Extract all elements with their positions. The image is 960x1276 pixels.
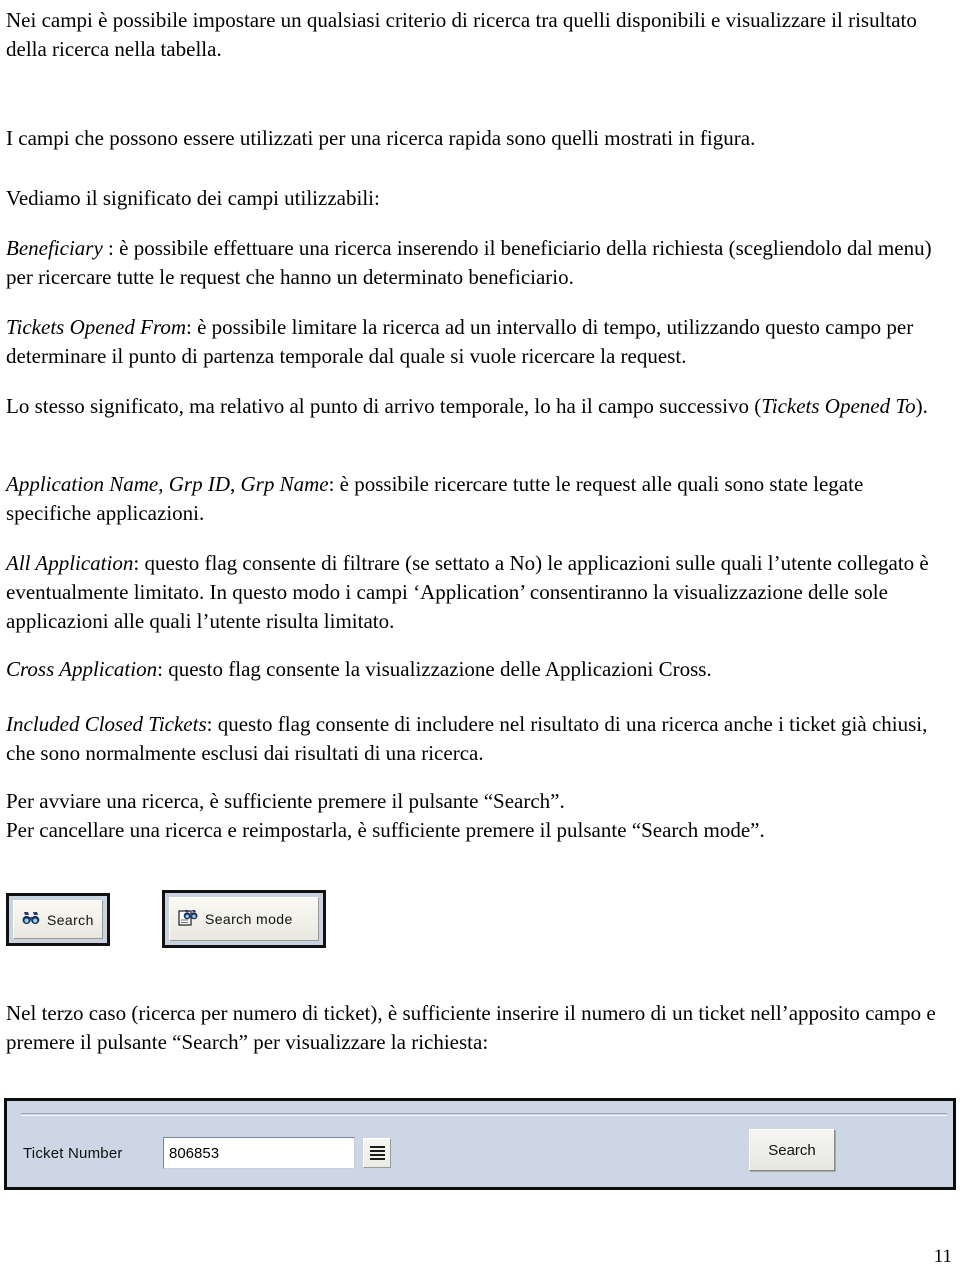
figure-ticket-number-form: Ticket Number 806853 Search: [4, 1098, 956, 1190]
field-term-grp-id: Grp ID: [168, 472, 230, 496]
hamburger-menu-icon: [369, 1146, 385, 1160]
text-run: : questo flag consente la visualizzazion…: [157, 657, 712, 681]
field-term-included-closed-tickets: Included Closed Tickets: [6, 712, 207, 736]
field-term-beneficiary: Beneficiary: [6, 236, 103, 260]
field-term-application-name: Application Name: [6, 472, 159, 496]
paragraph-tickets-opened-to: Lo stesso significato, ma relativo al pu…: [6, 392, 950, 421]
text-run: Lo stesso significato, ma relativo al pu…: [6, 394, 762, 418]
panel-divider: [21, 1113, 947, 1116]
binoculars-document-icon: [178, 909, 198, 930]
text-run: ,: [158, 472, 169, 496]
paragraph-intro-fields: Nei campi è possibile impostare un quals…: [6, 6, 936, 64]
text-run: Nei campi è possibile impostare un quals…: [6, 8, 917, 61]
search-button-label: Search: [47, 911, 94, 928]
document-page: Nei campi è possibile impostare un quals…: [0, 0, 960, 1276]
text-run: I campi che possono essere utilizzati pe…: [6, 126, 756, 150]
paragraph-included-closed-tickets: Included Closed Tickets: questo flag con…: [6, 710, 950, 768]
text-run: Per cancellare una ricerca e reimpostarl…: [6, 818, 765, 842]
paragraph-quick-search-fields: I campi che possono essere utilizzati pe…: [6, 124, 936, 153]
field-term-cross-application: Cross Application: [6, 657, 158, 681]
paragraph-third-case-ticket-number: Nel terzo caso (ricerca per numero di ti…: [6, 999, 950, 1057]
ticket-number-menu-button[interactable]: [363, 1138, 391, 1168]
ticket-number-label: Ticket Number: [23, 1144, 123, 1162]
field-term-grp-name: Grp Name: [240, 472, 329, 496]
page-number: 11: [933, 1246, 952, 1267]
field-term-all-application: All Application: [6, 551, 134, 575]
field-term-tickets-opened-to: Tickets Opened To: [761, 394, 916, 418]
text-run: ).: [915, 394, 928, 418]
text-run: : questo flag consente di filtrare (se s…: [6, 551, 929, 633]
paragraph-field-meanings-heading: Vediamo il significato dei campi utilizz…: [6, 184, 936, 213]
ticket-search-button-label: Search: [768, 1141, 816, 1159]
ticket-number-input[interactable]: 806853: [163, 1137, 355, 1169]
paragraph-beneficiary: Beneficiary : è possibile effettuare una…: [6, 234, 950, 292]
paragraph-how-to-search: Per avviare una ricerca, è sufficiente p…: [6, 787, 950, 845]
paragraph-tickets-opened-from: Tickets Opened From: è possibile limitar…: [6, 313, 950, 371]
text-run: Nel terzo caso (ricerca per numero di ti…: [6, 1001, 936, 1054]
binoculars-icon: [22, 911, 40, 929]
figure-search-button: Search: [6, 893, 110, 946]
text-run: : è possibile effettuare una ricerca ins…: [6, 236, 932, 289]
field-term-tickets-opened-from: Tickets Opened From: [6, 315, 187, 339]
ticket-search-button[interactable]: Search: [749, 1129, 835, 1171]
search-mode-button-label: Search mode: [205, 911, 293, 927]
search-mode-button[interactable]: Search mode: [169, 897, 319, 941]
paragraph-cross-application: Cross Application: questo flag consente …: [6, 655, 950, 684]
paragraph-application-name-grp: Application Name, Grp ID, Grp Name: è po…: [6, 470, 950, 528]
text-run: Vediamo il significato dei campi utilizz…: [6, 186, 380, 210]
text-run: ,: [229, 472, 241, 496]
search-button[interactable]: Search: [13, 900, 103, 939]
figure-search-mode-button: Search mode: [162, 890, 326, 948]
text-run: Per avviare una ricerca, è sufficiente p…: [6, 789, 565, 813]
paragraph-all-application: All Application: questo flag consente di…: [6, 549, 950, 636]
